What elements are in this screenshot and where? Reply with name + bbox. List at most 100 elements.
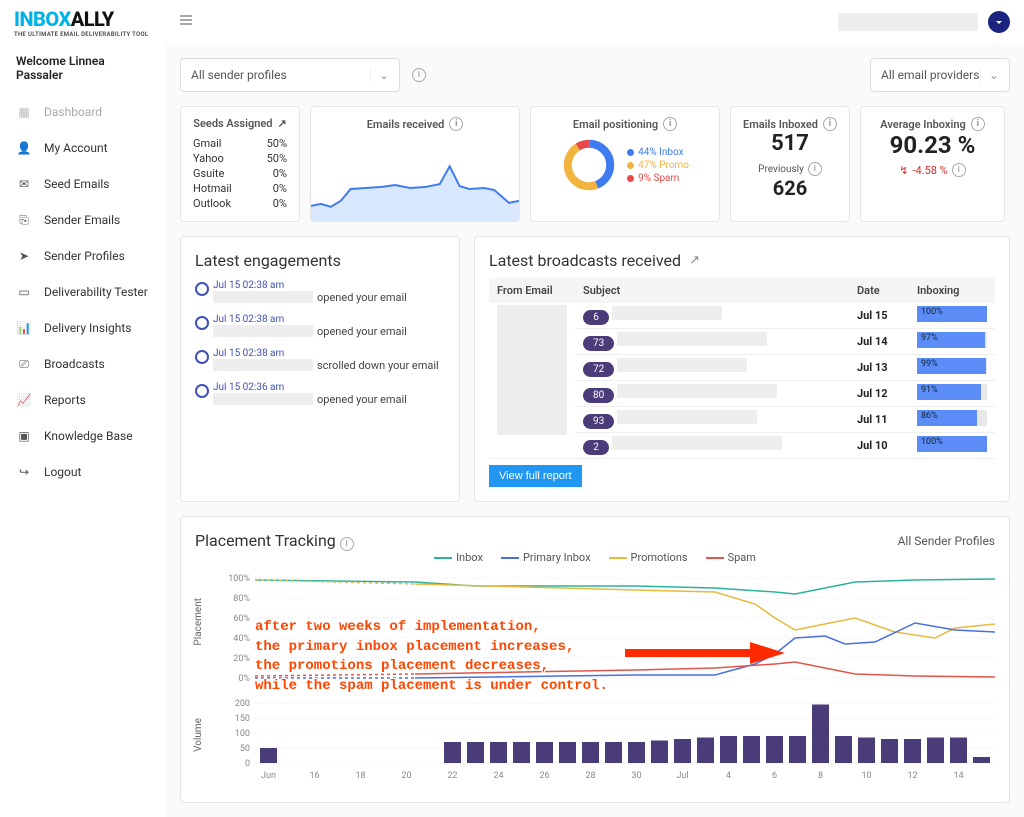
subject-redacted [617, 384, 777, 398]
positioning-legend-item: 9% Spam [627, 172, 689, 185]
nav-icon: ⎚ [16, 356, 32, 372]
inboxing-bar: 100% [917, 436, 987, 452]
seed-row: Outlook0% [193, 196, 287, 211]
logo[interactable]: INBOXALLY THE ULTIMATE EMAIL DELIVERABIL… [14, 7, 148, 38]
svg-text:40%: 40% [233, 634, 250, 644]
average-inboxing-card: Average Inboxing i 90.23 % ↯ -4.58 % i [860, 106, 1005, 222]
subject-redacted [612, 306, 722, 320]
info-icon[interactable]: i [449, 117, 463, 131]
nav-label: Broadcasts [44, 357, 105, 371]
broadcast-date: Jul 15 [849, 303, 909, 329]
subject-count-pill: 72 [583, 362, 614, 377]
col-from: From Email [489, 278, 575, 303]
sidebar-item-seed-emails[interactable]: ✉Seed Emails [0, 166, 166, 202]
nav-label: Deliverability Tester [44, 285, 148, 299]
inboxing-bar: 91% [917, 384, 987, 400]
sidebar-item-broadcasts[interactable]: ⎚ Broadcasts [0, 346, 166, 382]
svg-text:0: 0 [245, 759, 250, 769]
subject-redacted [617, 410, 757, 424]
seed-row: Gsuite0% [193, 166, 287, 181]
svg-text:200: 200 [235, 699, 250, 709]
logo-part1: INBOX [14, 7, 71, 31]
inboxed-title: Emails Inboxed [743, 118, 818, 131]
filter-row: All sender profiles ⌄ i All email provid… [180, 58, 1010, 92]
info-icon[interactable]: i [663, 117, 677, 131]
avg-value: 90.23 % [873, 131, 992, 159]
sidebar-item-reports[interactable]: 📈 Reports [0, 382, 166, 418]
avg-title: Average Inboxing [880, 118, 965, 131]
positioning-legend-item: 44% Inbox [627, 146, 689, 159]
positioning-donut-chart [561, 137, 617, 193]
menu-toggle-icon[interactable] [178, 12, 194, 32]
nav-icon: ✉ [16, 176, 32, 192]
previous-label: Previously [758, 164, 804, 175]
email-provider-select[interactable]: All email providers ⌄ [870, 58, 1010, 92]
engagements-title: Latest engagements [195, 251, 445, 270]
nav-label: Reports [44, 393, 86, 407]
logo-part2: ALLY [71, 7, 114, 31]
info-icon[interactable]: i [808, 162, 822, 176]
latest-engagements-card: Latest engagements Jul 15 02:38 am opene… [180, 236, 460, 502]
sidebar-item-delivery-insights[interactable]: 📊Delivery Insights [0, 310, 166, 346]
emails-received-card: Emails received i [310, 106, 520, 222]
nav-label: Knowledge Base [44, 429, 133, 443]
sidebar-item-my-account[interactable]: 👤My Account [0, 130, 166, 166]
positioning-title: Email positioning [573, 118, 658, 131]
svg-text:0%: 0% [238, 674, 250, 684]
inboxed-value: 517 [743, 131, 837, 156]
subject-count-pill: 6 [583, 310, 609, 325]
seed-row: Gmail50% [193, 136, 287, 151]
nav-icon: 📈 [16, 392, 32, 408]
svg-text:100: 100 [235, 729, 250, 739]
col-date: Date [849, 278, 909, 303]
svg-text:20: 20 [401, 771, 411, 781]
view-full-report-button[interactable]: View full report [489, 465, 582, 487]
legend-entry: Spam [706, 551, 756, 564]
seed-row: Yahoo50% [193, 151, 287, 166]
svg-text:22: 22 [447, 771, 457, 781]
broadcast-date: Jul 13 [849, 355, 909, 381]
svg-text:20%: 20% [233, 654, 250, 664]
sidebar-item-deliverability-tester[interactable]: ▭Deliverability Tester [0, 274, 166, 310]
seeds-assigned-card: Seeds Assigned ↗ Gmail50%Yahoo50%Gsuite0… [180, 106, 300, 222]
broadcast-date: Jul 11 [849, 407, 909, 433]
emails-inboxed-card: Emails Inboxed i 517 Previously i 626 [730, 106, 850, 222]
broadcast-date: Jul 12 [849, 381, 909, 407]
inboxing-bar: 97% [917, 332, 987, 348]
info-icon[interactable]: i [340, 537, 354, 551]
svg-text:80%: 80% [233, 594, 250, 604]
subject-count-pill: 93 [583, 414, 614, 429]
sidebar-item-sender-emails[interactable]: ⎘Sender Emails [0, 202, 166, 238]
svg-text:6: 6 [772, 771, 777, 781]
placement-profile-label: All Sender Profiles [898, 534, 995, 548]
y-axis-volume-label: Volume [193, 718, 204, 752]
sidebar-item-sender-profiles[interactable]: ➤Sender Profiles [0, 238, 166, 274]
sidebar-item-logout[interactable]: ↪Logout [0, 454, 166, 490]
sidebar: Welcome Linnea Passaler ▦Dashboard👤My Ac… [0, 44, 166, 817]
email-positioning-card: Email positioning i 44% Inbox47% Promo9%… [530, 106, 720, 222]
sender-profile-select[interactable]: All sender profiles ⌄ [180, 58, 400, 92]
avg-delta: -4.58 % [912, 164, 947, 177]
welcome-message: Welcome Linnea Passaler [0, 54, 166, 94]
external-link-icon[interactable]: ↗ [689, 253, 700, 268]
subject-count-pill: 80 [583, 388, 614, 403]
svg-text:Jul: Jul [676, 771, 688, 781]
svg-text:150: 150 [235, 714, 250, 724]
info-icon[interactable]: i [971, 117, 985, 131]
svg-text:26: 26 [539, 771, 549, 781]
svg-text:Jun: Jun [261, 771, 276, 781]
engagement-item: Jul 15 02:38 am opened your email [195, 280, 445, 304]
info-icon[interactable]: i [952, 163, 966, 177]
sidebar-item-dashboard[interactable]: ▦Dashboard [0, 94, 166, 130]
user-avatar-dropdown[interactable] [988, 11, 1010, 33]
info-icon[interactable]: i [412, 68, 426, 82]
broadcasts-title: Latest broadcasts received [489, 251, 681, 270]
annotation-text: after two weeks of implementation, the p… [255, 618, 608, 696]
nav-label: Delivery Insights [44, 321, 131, 335]
sidebar-item-knowledge-base[interactable]: ▣Knowledge Base [0, 418, 166, 454]
external-link-icon[interactable]: ↗ [277, 117, 286, 130]
info-icon[interactable]: i [823, 117, 837, 131]
broadcast-date: Jul 14 [849, 329, 909, 355]
trend-down-icon: ↯ [899, 164, 908, 177]
nav-label: Sender Emails [44, 213, 120, 227]
